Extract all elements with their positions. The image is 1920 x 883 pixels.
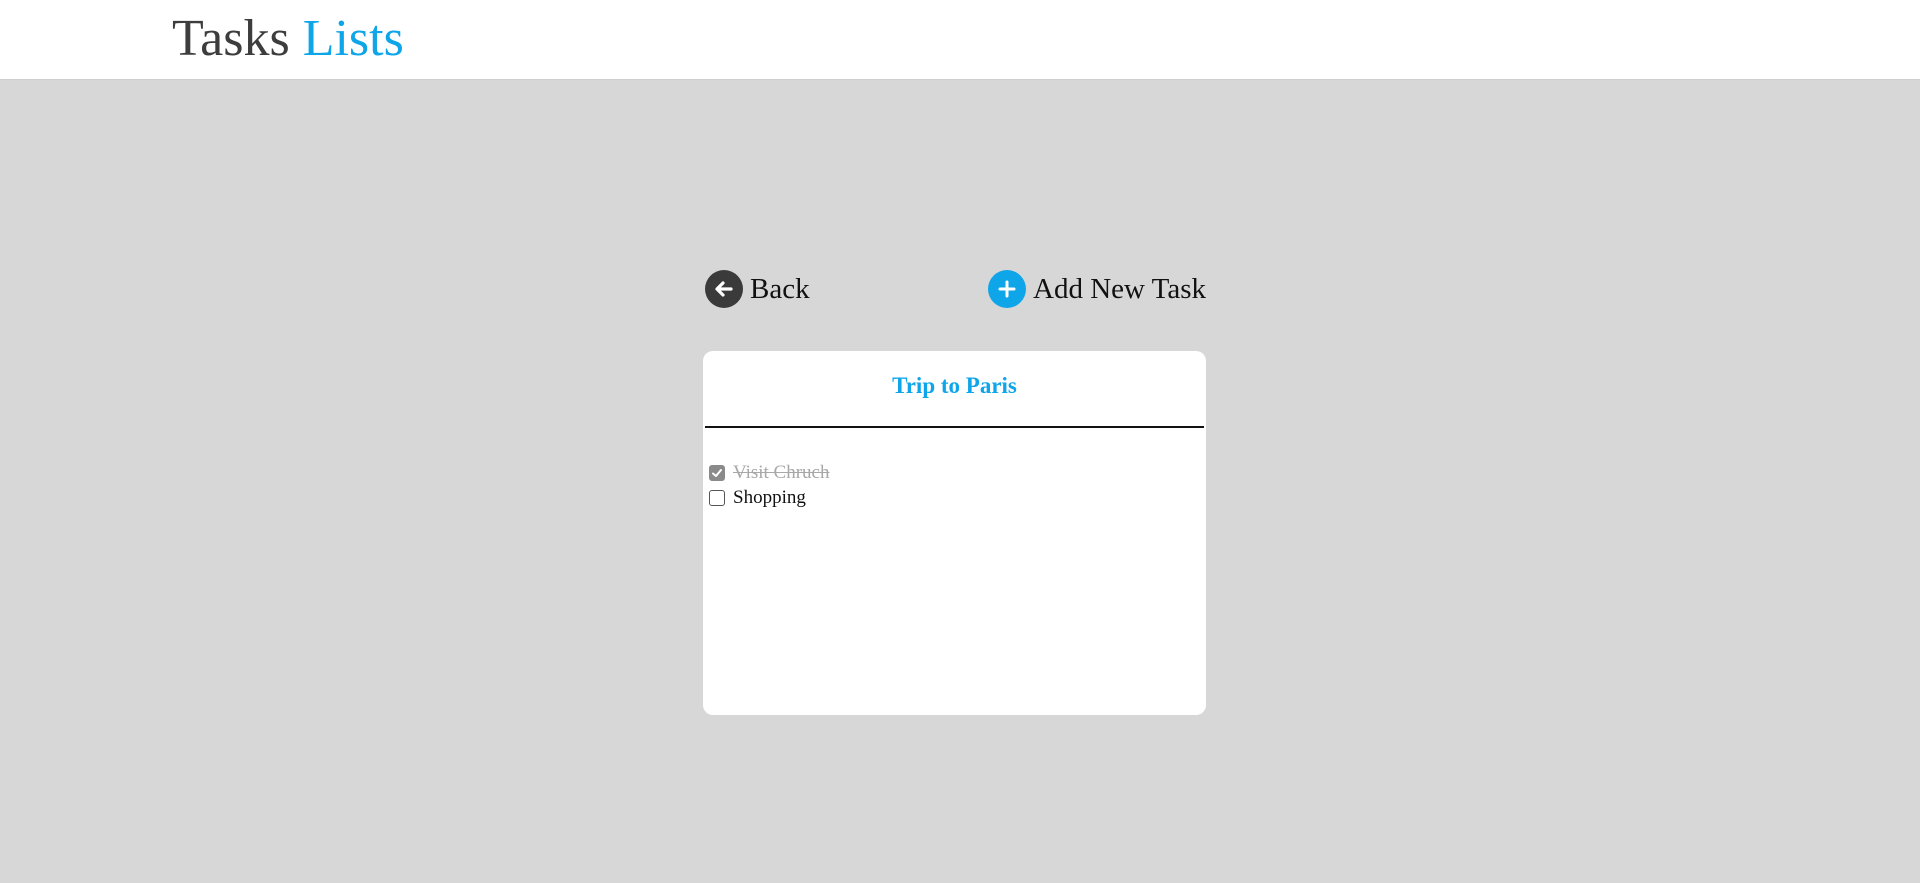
check-icon <box>712 468 722 477</box>
task-list: Visit Chruch Shopping <box>709 460 830 510</box>
logo-word-lists: Lists <box>302 10 404 67</box>
task-checkbox-unchecked[interactable] <box>709 489 725 506</box>
task-actions: Back Add New Task <box>705 269 1206 309</box>
back-label: Back <box>750 272 810 305</box>
task-label: Shopping <box>733 486 806 508</box>
plus-circle-icon <box>988 270 1026 308</box>
list-title: Trip to Paris <box>892 373 1017 398</box>
arrow-left-circle-icon <box>705 270 743 308</box>
task-label: Visit Chruch <box>733 461 830 483</box>
title-divider <box>705 426 1204 428</box>
task-item: Visit Chruch <box>709 460 830 485</box>
logo-word-tasks: Tasks <box>172 10 290 67</box>
task-checkbox-checked[interactable] <box>709 464 725 481</box>
task-list-card: Trip to Paris Visit Chruch Shopping <box>703 351 1206 715</box>
task-item: Shopping <box>709 485 830 510</box>
app-logo[interactable]: Tasks Lists <box>172 6 404 72</box>
app-header: Tasks Lists <box>0 0 1920 80</box>
add-new-task-label: Add New Task <box>1033 272 1207 305</box>
add-new-task-button[interactable]: Add New Task <box>988 269 1206 309</box>
back-button[interactable]: Back <box>705 269 810 309</box>
